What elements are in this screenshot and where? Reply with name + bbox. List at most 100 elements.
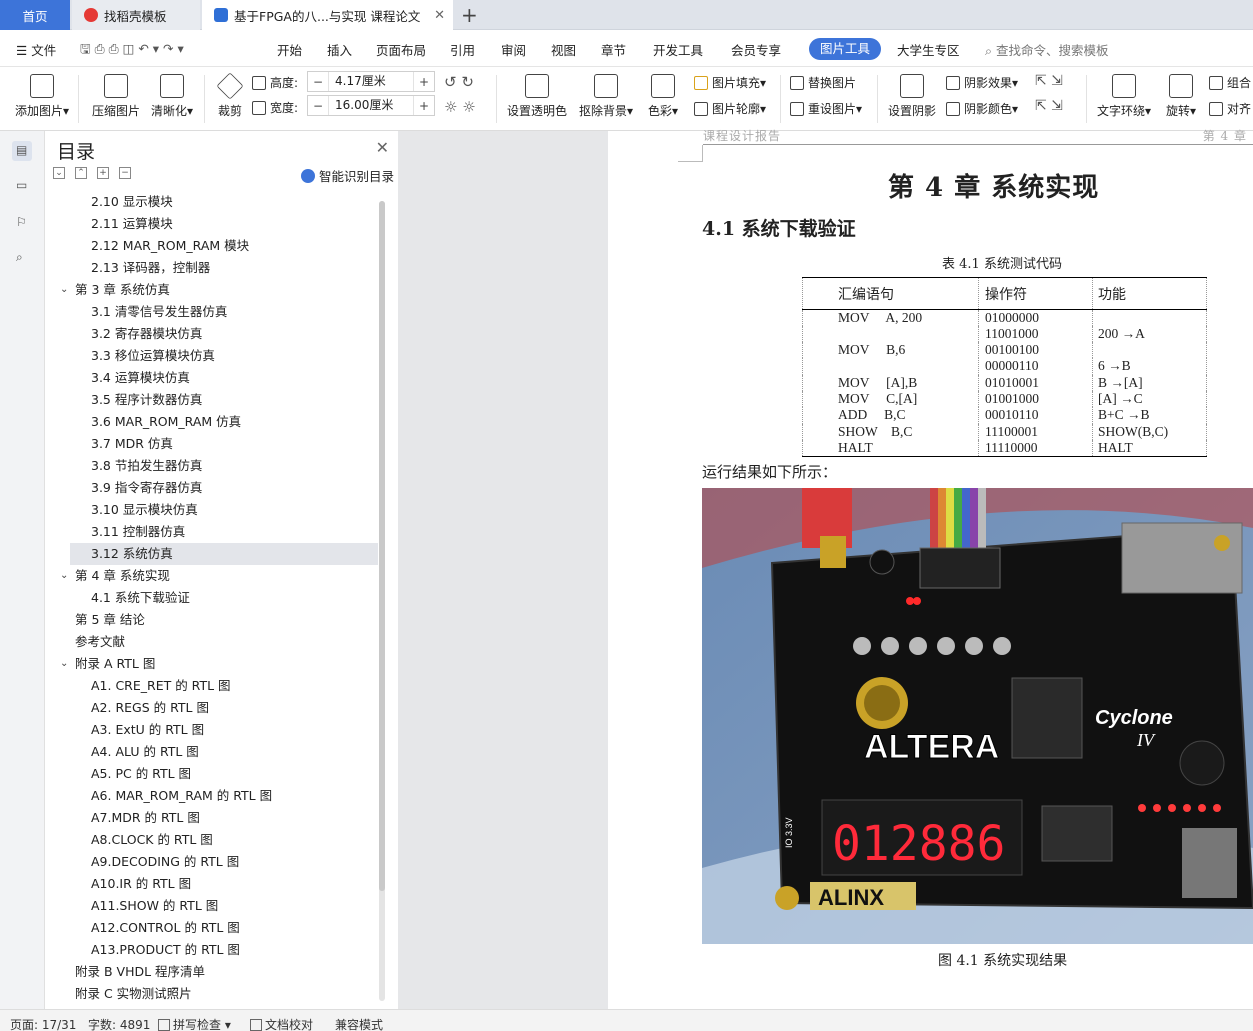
toc-item[interactable]: 2.13 译码器，控制器 bbox=[45, 257, 378, 279]
width-minus-icon[interactable]: − bbox=[308, 99, 328, 113]
brightness-icons[interactable]: ☼ ☼ bbox=[444, 98, 476, 116]
toc-item[interactable]: 附录 C 实物测试照片 bbox=[45, 983, 378, 1005]
toc-item[interactable]: A5. PC 的 RTL 图 bbox=[45, 763, 378, 785]
toc-item[interactable]: 3.3 移位运算模块仿真 bbox=[45, 345, 378, 367]
word-count[interactable]: 字数: 4891 bbox=[88, 1016, 150, 1031]
toc-item[interactable]: A6. MAR_ROM_RAM 的 RTL 图 bbox=[45, 785, 378, 807]
close-tab-icon[interactable]: ✕ bbox=[434, 8, 445, 23]
toc-item[interactable]: 3.12 系统仿真 bbox=[70, 543, 378, 565]
width-value[interactable]: 16.00厘米 bbox=[328, 96, 414, 115]
toc-item[interactable]: 3.11 控制器仿真 bbox=[45, 521, 378, 543]
menu-start[interactable]: 开始 bbox=[277, 40, 302, 59]
sharpen-button[interactable]: 清晰化▾ bbox=[148, 74, 196, 119]
toc-item[interactable]: 3.2 寄存器模块仿真 bbox=[45, 323, 378, 345]
toc-panel-icon[interactable]: ▤ bbox=[12, 141, 32, 161]
toc-item[interactable]: A3. ExtU 的 RTL 图 bbox=[45, 719, 378, 741]
fill-button[interactable]: 图片填充▾ bbox=[694, 74, 766, 91]
shadow-color-button[interactable]: 阴影颜色▾ bbox=[946, 100, 1018, 117]
add-picture-button[interactable]: 添加图片▾ bbox=[12, 74, 72, 119]
add-heading-icon[interactable]: + bbox=[97, 167, 109, 179]
chapter-nav-icon[interactable]: ▭ bbox=[12, 176, 32, 196]
menu-insert[interactable]: 插入 bbox=[327, 40, 352, 59]
toc-item[interactable]: 2.11 运算模块 bbox=[45, 213, 378, 235]
shadow-nudge-icons-2[interactable]: ⇱ ⇲ bbox=[1035, 98, 1063, 114]
collapse-all-icon[interactable]: ⌄ bbox=[53, 167, 65, 179]
crop-button[interactable]: 裁剪 bbox=[212, 72, 248, 119]
color-button[interactable]: 色彩▾ bbox=[644, 74, 682, 119]
shadow-nudge-icons[interactable]: ⇱ ⇲ bbox=[1035, 73, 1063, 89]
toc-item[interactable]: A12.CONTROL 的 RTL 图 bbox=[45, 917, 378, 939]
toc-item[interactable]: 3.8 节拍发生器仿真 bbox=[45, 455, 378, 477]
toc-item[interactable]: A2. REGS 的 RTL 图 bbox=[45, 697, 378, 719]
toc-item[interactable]: A8.CLOCK 的 RTL 图 bbox=[45, 829, 378, 851]
page-indicator[interactable]: 页面: 17/31 bbox=[10, 1016, 76, 1031]
menu-view[interactable]: 视图 bbox=[551, 40, 576, 59]
rotate-button[interactable]: 旋转▾ bbox=[1162, 74, 1200, 119]
quick-access-icons[interactable]: 🖫 ⎙ ⎙ ◫ ↶ ▾ ↷ ▾ bbox=[80, 40, 184, 61]
toc-item[interactable]: A7.MDR 的 RTL 图 bbox=[45, 807, 378, 829]
bookmark-icon[interactable]: ⚐ bbox=[12, 213, 32, 233]
toc-item[interactable]: 3.9 指令寄存器仿真 bbox=[45, 477, 378, 499]
toc-item[interactable]: 2.10 显示模块 bbox=[45, 191, 378, 213]
spell-check[interactable]: 拼写检查 ▾ bbox=[158, 1016, 231, 1031]
tab-home[interactable]: 首页 bbox=[0, 0, 70, 30]
width-stepper[interactable]: −16.00厘米 + bbox=[307, 95, 435, 116]
replace-button[interactable]: 替换图片 bbox=[790, 74, 856, 91]
toc-item[interactable]: 参考文献 bbox=[45, 631, 378, 653]
new-tab-icon[interactable]: + bbox=[461, 3, 478, 27]
file-menu[interactable]: ☰ 文件 bbox=[16, 40, 56, 59]
toc-item[interactable]: A9.DECODING 的 RTL 图 bbox=[45, 851, 378, 873]
doc-proof[interactable]: 文档校对 bbox=[250, 1016, 313, 1031]
tab-template[interactable]: 找稻壳模板 bbox=[72, 0, 200, 30]
toc-item[interactable]: 4.1 系统下载验证 bbox=[45, 587, 378, 609]
toc-item[interactable]: 3.10 显示模块仿真 bbox=[45, 499, 378, 521]
chevron-down-icon[interactable]: ⌄ bbox=[60, 565, 68, 587]
toc-item[interactable]: 3.1 清零信号发生器仿真 bbox=[45, 301, 378, 323]
transparent-button[interactable]: 设置透明色 bbox=[505, 74, 569, 119]
find-icon[interactable]: ⌕ bbox=[12, 248, 32, 268]
toc-item[interactable]: 3.5 程序计数器仿真 bbox=[45, 389, 378, 411]
toc-scroll-thumb[interactable] bbox=[379, 201, 385, 891]
toc-item[interactable]: 第 5 章 结论 bbox=[45, 609, 378, 631]
width-plus-icon[interactable]: + bbox=[414, 99, 434, 113]
close-icon[interactable]: ✕ bbox=[376, 138, 389, 157]
toc-scrollbar[interactable] bbox=[379, 201, 385, 1001]
figure-caption[interactable]: 图 4.1 系统实现结果 bbox=[938, 950, 1067, 970]
outline-button[interactable]: 图片轮廓▾ bbox=[694, 100, 766, 117]
menu-review[interactable]: 审阅 bbox=[501, 40, 526, 59]
toc-item[interactable]: ⌄ 第 4 章 系统实现 bbox=[45, 565, 378, 587]
fpga-board-photo[interactable]: ALTERA Cyclone IV 012886 IO 3.3V ALINX bbox=[702, 488, 1253, 944]
menu-layout[interactable]: 页面布局 bbox=[376, 40, 426, 59]
height-plus-icon[interactable]: + bbox=[414, 75, 434, 89]
reset-button[interactable]: 重设图片▾ bbox=[790, 100, 862, 117]
menu-picture-tools[interactable]: 图片工具 bbox=[809, 38, 881, 60]
toc-item[interactable]: A13.PRODUCT 的 RTL 图 bbox=[45, 939, 378, 961]
toc-item[interactable]: 3.7 MDR 仿真 bbox=[45, 433, 378, 455]
tab-document[interactable]: 基于FPGA的八...与实现 课程论文 ✕ bbox=[202, 0, 453, 30]
remove-heading-icon[interactable]: − bbox=[119, 167, 131, 179]
shadow-button[interactable]: 设置阴影 bbox=[886, 74, 938, 119]
toc-item[interactable]: 2.12 MAR_ROM_RAM 模块 bbox=[45, 235, 378, 257]
chevron-down-icon[interactable]: ⌄ bbox=[60, 279, 68, 301]
section-title[interactable]: 4.1 系统下载验证 bbox=[702, 214, 856, 241]
toc-item[interactable]: A1. CRE_RET 的 RTL 图 bbox=[45, 675, 378, 697]
align-button[interactable]: 对齐 bbox=[1209, 100, 1251, 117]
remove-bg-button[interactable]: 抠除背景▾ bbox=[576, 74, 636, 119]
menu-member[interactable]: 会员专享 bbox=[731, 40, 781, 59]
toc-item[interactable]: 3.6 MAR_ROM_RAM 仿真 bbox=[45, 411, 378, 433]
height-stepper[interactable]: −4.17厘米 + bbox=[307, 71, 435, 92]
text-wrap-button[interactable]: 文字环绕▾ bbox=[1094, 74, 1154, 119]
menu-student[interactable]: 大学生专区 bbox=[897, 40, 960, 59]
command-search[interactable]: ⌕ 查找命令、搜索模板 bbox=[985, 40, 1109, 59]
chapter-title[interactable]: 第 4 章 系统实现 bbox=[888, 167, 1099, 204]
toc-item[interactable]: 附录 B VHDL 程序清单 bbox=[45, 961, 378, 983]
group-button[interactable]: 组合 bbox=[1209, 74, 1251, 91]
menu-chapter[interactable]: 章节 bbox=[601, 40, 626, 59]
smart-toc-button[interactable]: 智能识别目录 bbox=[300, 166, 394, 185]
toc-item[interactable]: ⌄ 附录 A RTL 图 bbox=[45, 653, 378, 675]
menu-reference[interactable]: 引用 bbox=[450, 40, 475, 59]
toc-item[interactable]: A10.IR 的 RTL 图 bbox=[45, 873, 378, 895]
menu-devtools[interactable]: 开发工具 bbox=[653, 40, 703, 59]
height-value[interactable]: 4.17厘米 bbox=[328, 72, 414, 91]
chevron-down-icon[interactable]: ⌄ bbox=[60, 653, 68, 675]
